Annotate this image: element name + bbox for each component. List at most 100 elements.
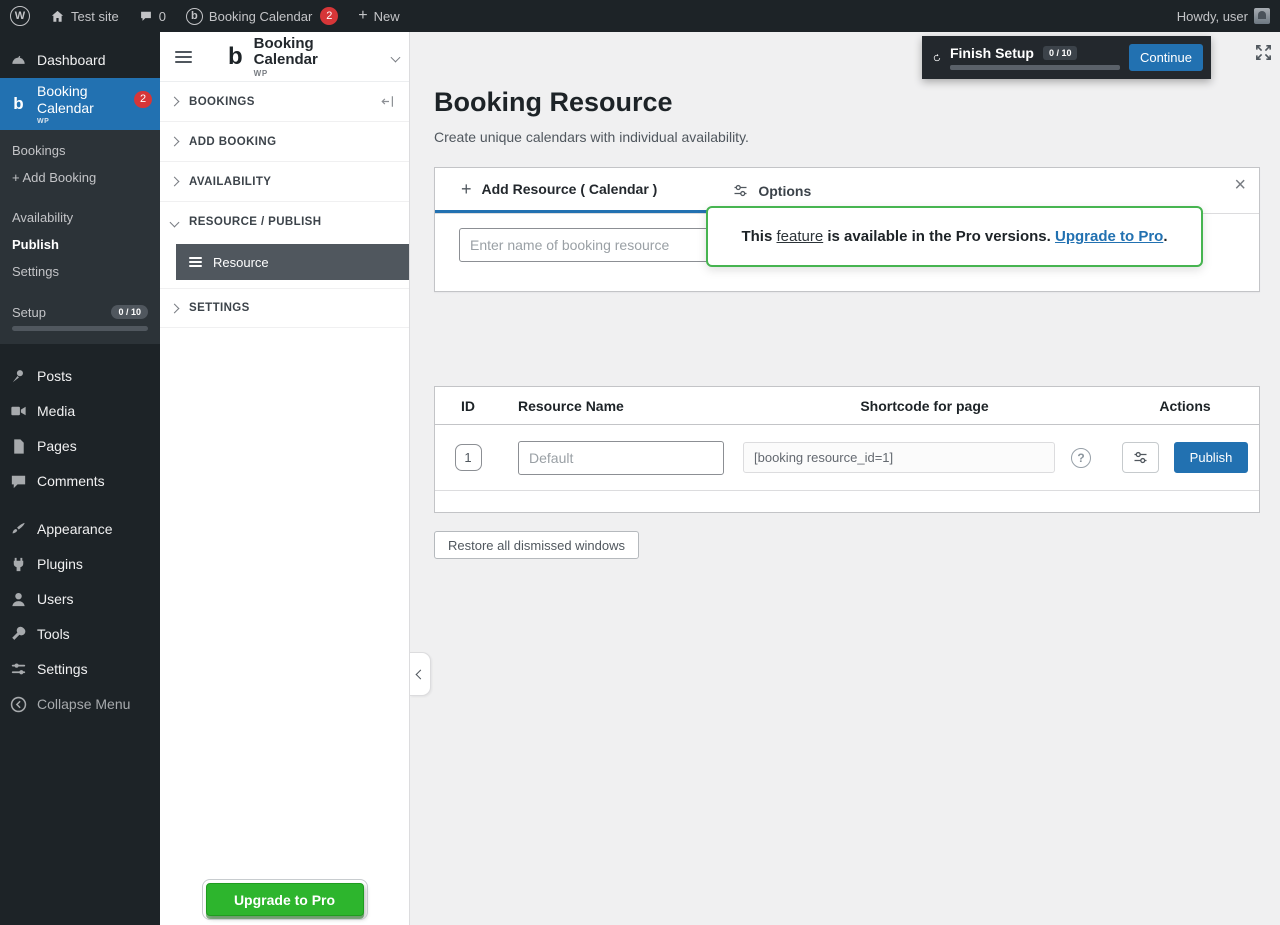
- wordpress-admin-screen: W Test site 0 b Booking Calendar 2 + New…: [0, 0, 1280, 925]
- section-label: ADD BOOKING: [189, 136, 276, 148]
- admin-sidebar: Dashboard b Booking Calendar 2 WP Bookin…: [0, 32, 160, 925]
- finish-setup-toast: Finish Setup 0 / 10 Continue: [922, 36, 1211, 79]
- name-cell: [501, 441, 738, 475]
- home-icon: [50, 9, 65, 24]
- sidebar-item-settings[interactable]: Settings: [0, 652, 160, 687]
- dock-sidebar-icon[interactable]: [380, 94, 395, 109]
- tab-add-resource[interactable]: + Add Resource ( Calendar ): [435, 168, 713, 213]
- dashboard-icon: [9, 51, 28, 70]
- resource-name-input[interactable]: [459, 228, 711, 262]
- booking-calendar-label: Booking Calendar: [209, 9, 312, 24]
- wordpress-logo-icon: W: [10, 6, 30, 26]
- collapse-menu-button[interactable]: Collapse Menu: [0, 687, 160, 722]
- sidebar-item-tools[interactable]: Tools: [0, 617, 160, 652]
- submenu-availability[interactable]: Availability: [0, 204, 160, 231]
- sidebar-item-media[interactable]: Media: [0, 394, 160, 429]
- wp-logo-menu[interactable]: W: [0, 0, 40, 32]
- account-menu[interactable]: Howdy, user: [1167, 0, 1280, 32]
- comments-menu[interactable]: 0: [129, 0, 176, 32]
- submenu-add-booking[interactable]: + Add Booking: [0, 164, 160, 191]
- site-name-menu[interactable]: Test site: [40, 0, 129, 32]
- booking-calendar-menu[interactable]: b Booking Calendar 2: [176, 0, 348, 32]
- refresh-icon: [933, 50, 941, 66]
- nav-item-label: Resource: [213, 255, 269, 270]
- booking-calendar-logo: b: [228, 45, 243, 69]
- setup-progress-track: [950, 65, 1120, 70]
- chevron-right-icon: [170, 177, 180, 187]
- sidebar-item-comments[interactable]: Comments: [0, 464, 160, 499]
- add-resource-card: + Add Resource ( Calendar ) Options × Th…: [434, 167, 1260, 292]
- sidebar-item-dashboard[interactable]: Dashboard: [0, 43, 160, 78]
- site-name-label: Test site: [71, 9, 119, 24]
- sidebar-item-pages[interactable]: Pages: [0, 429, 160, 464]
- setup-label: Setup: [12, 305, 46, 320]
- plugin-subtitle: WP: [254, 69, 379, 78]
- chevron-down-icon[interactable]: [391, 53, 401, 63]
- admin-bar-right: Howdy, user: [1167, 0, 1280, 32]
- plus-icon: +: [358, 8, 367, 24]
- nav-section-add-booking[interactable]: ADD BOOKING: [160, 122, 409, 162]
- finish-setup-body: Finish Setup 0 / 10: [950, 45, 1120, 70]
- column-header-shortcode: Shortcode for page: [738, 398, 1111, 414]
- resource-id-badge: 1: [455, 444, 482, 471]
- id-cell: 1: [435, 444, 501, 471]
- pro-feature-popup: This feature is available in the Pro ver…: [706, 206, 1203, 267]
- table-footer: [435, 491, 1259, 512]
- continue-button[interactable]: Continue: [1129, 44, 1203, 71]
- resource-name-field[interactable]: [518, 441, 724, 475]
- plugin-sidebar: b Booking Calendar WP BOOKINGS ADD BOOKI…: [160, 32, 410, 925]
- submenu-settings[interactable]: Settings: [0, 258, 160, 285]
- comments-count: 0: [159, 9, 166, 24]
- sidebar-item-posts[interactable]: Posts: [0, 359, 160, 394]
- row-options-button[interactable]: [1122, 442, 1159, 473]
- plugin-title-menu[interactable]: Booking Calendar WP: [254, 36, 379, 78]
- restore-dismissed-button[interactable]: Restore all dismissed windows: [434, 531, 639, 559]
- sidebar-item-plugins[interactable]: Plugins: [0, 547, 160, 582]
- sidebar-item-label: Comments: [37, 473, 105, 490]
- menu-toggle-icon[interactable]: [175, 48, 192, 66]
- submenu-setup[interactable]: Setup 0 / 10: [0, 298, 160, 322]
- sidebar-item-label: Posts: [37, 368, 72, 385]
- comment-bubble-icon: [139, 9, 153, 23]
- collapse-panel-handle[interactable]: [410, 652, 431, 696]
- page-title: Booking Resource: [434, 87, 1260, 118]
- upgrade-to-pro-link[interactable]: Upgrade to Pro: [1055, 228, 1163, 245]
- submenu-bookings[interactable]: Bookings: [0, 137, 160, 164]
- menu-separator: [0, 344, 160, 359]
- sidebar-item-users[interactable]: Users: [0, 582, 160, 617]
- setup-progress-bar: [12, 326, 148, 331]
- chevron-down-icon: [170, 217, 180, 227]
- nav-section-resource-publish[interactable]: RESOURCE / PUBLISH: [160, 202, 409, 242]
- admin-top-bar: W Test site 0 b Booking Calendar 2 + New…: [0, 0, 1280, 32]
- pro-popup-text: This feature is available in the Pro ver…: [741, 228, 1167, 245]
- settings-icon: [9, 660, 28, 679]
- publish-button[interactable]: Publish: [1174, 442, 1249, 473]
- upgrade-to-pro-button[interactable]: Upgrade to Pro: [206, 883, 364, 916]
- submenu-separator: [0, 285, 160, 298]
- submenu-publish[interactable]: Publish: [0, 231, 160, 258]
- plus-icon: +: [461, 180, 472, 198]
- chevron-left-icon: [415, 669, 425, 679]
- fullscreen-icon[interactable]: [1254, 43, 1273, 67]
- update-count-badge: 2: [320, 7, 338, 25]
- sidebar-item-label: Tools: [37, 626, 70, 643]
- sidebar-item-appearance[interactable]: Appearance: [0, 512, 160, 547]
- sidebar-item-booking-calendar[interactable]: b Booking Calendar 2 WP: [0, 78, 160, 130]
- wp-letter: W: [15, 10, 25, 22]
- section-label: BOOKINGS: [189, 96, 255, 108]
- nav-item-resource[interactable]: Resource: [176, 244, 409, 280]
- new-label: New: [374, 9, 400, 24]
- comments-icon: [9, 472, 28, 491]
- nav-section-settings[interactable]: SETTINGS: [160, 288, 409, 328]
- feature-link[interactable]: feature: [777, 228, 824, 245]
- sliders-icon: [1133, 450, 1148, 465]
- nav-section-availability[interactable]: AVAILABILITY: [160, 162, 409, 202]
- avatar: [1254, 8, 1270, 24]
- help-icon[interactable]: ?: [1071, 448, 1091, 468]
- column-header-resource-name: Resource Name: [501, 398, 738, 414]
- new-menu[interactable]: + New: [348, 0, 409, 32]
- close-icon[interactable]: ×: [1234, 175, 1246, 195]
- shortcode-field[interactable]: [743, 442, 1055, 473]
- nav-section-bookings[interactable]: BOOKINGS: [160, 82, 409, 122]
- section-label: SETTINGS: [189, 302, 250, 314]
